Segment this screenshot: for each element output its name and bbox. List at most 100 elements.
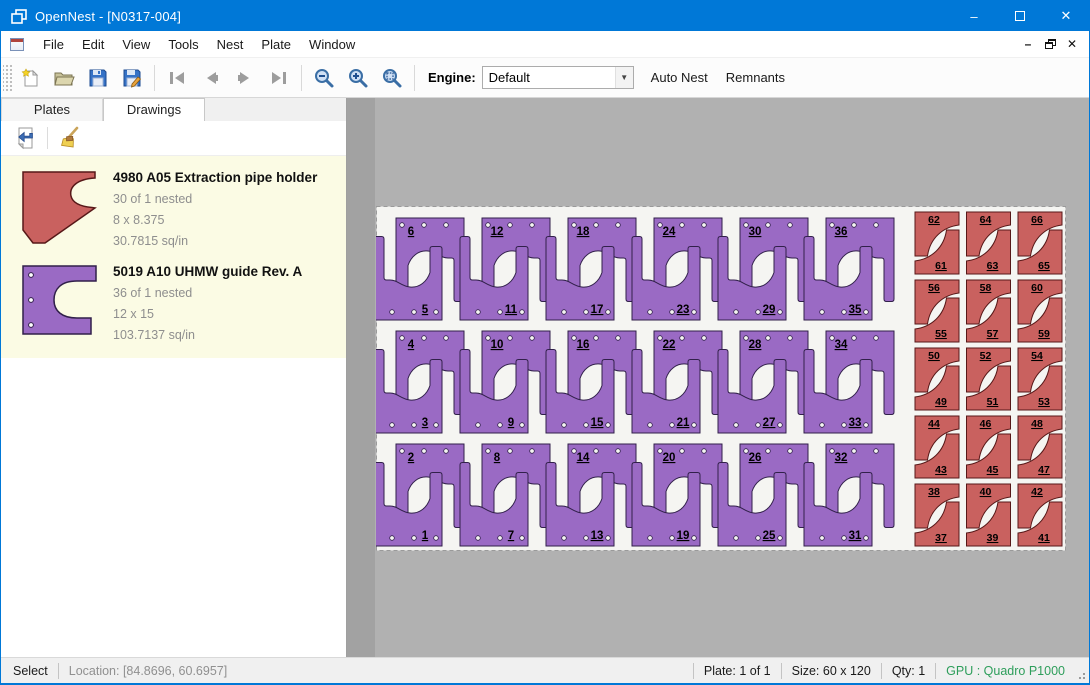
maximize-icon [1015, 11, 1025, 21]
part-number: 45 [987, 464, 999, 476]
part-number: 20 [663, 452, 676, 464]
part-number: 29 [763, 304, 776, 316]
toolbar-separator [154, 65, 155, 91]
app-window: OpenNest - [N0317-004] – ✕ File Edit Vie… [0, 0, 1090, 685]
zoom-in-button[interactable] [341, 62, 375, 94]
drawing-size: 12 x 15 [113, 304, 302, 325]
engine-label: Engine: [428, 70, 476, 85]
menu-bar: File Edit View Tools Nest Plate Window –… [1, 31, 1089, 58]
drawing-title: 4980 A05 Extraction pipe holder [113, 168, 317, 189]
part-number: 50 [928, 350, 940, 362]
part-number: 52 [980, 350, 992, 362]
go-previous-button[interactable] [194, 62, 228, 94]
part-number: 15 [591, 417, 604, 429]
part-number: 43 [935, 464, 947, 476]
part-number: 9 [508, 417, 514, 429]
part-number: 62 [928, 214, 940, 226]
status-qty: Qty: 1 [882, 664, 935, 678]
list-item[interactable]: 5019 A10 UHMW guide Rev. A 36 of 1 neste… [1, 256, 346, 350]
drawing-title: 5019 A10 UHMW guide Rev. A [113, 262, 302, 283]
go-next-icon [234, 67, 256, 89]
part-number: 42 [1031, 486, 1043, 498]
part-number: 46 [980, 418, 992, 430]
auto-nest-button[interactable]: Auto Nest [642, 64, 717, 91]
new-file-icon [19, 67, 41, 89]
zoom-out-button[interactable] [307, 62, 341, 94]
drawing-area: 30.7815 sq/in [113, 231, 317, 252]
remnants-button[interactable]: Remnants [717, 64, 794, 91]
zoom-extents-button[interactable] [375, 62, 409, 94]
part-number: 16 [577, 339, 590, 351]
part-number: 7 [508, 530, 514, 542]
part-number: 24 [663, 226, 676, 238]
open-file-button[interactable] [47, 62, 81, 94]
go-first-button[interactable] [160, 62, 194, 94]
part-number: 26 [749, 452, 762, 464]
restore-icon [1045, 39, 1056, 49]
clean-icon [57, 126, 81, 150]
new-file-button[interactable] [13, 62, 47, 94]
part-number: 44 [928, 418, 940, 430]
app-icon [11, 9, 27, 24]
tab-drawings[interactable]: Drawings [103, 98, 205, 121]
part-number: 13 [591, 530, 604, 542]
drawings-toolbar [1, 121, 346, 155]
menu-file[interactable]: File [34, 33, 73, 56]
child-restore-button[interactable] [1039, 34, 1061, 54]
menu-view[interactable]: View [113, 33, 159, 56]
part-number: 61 [935, 260, 947, 272]
save-button[interactable] [81, 62, 115, 94]
part-number: 25 [763, 530, 776, 542]
clean-button[interactable] [54, 124, 84, 152]
menu-tools[interactable]: Tools [159, 33, 207, 56]
part-number: 5 [422, 304, 429, 316]
toolbar-separator [301, 65, 302, 91]
part-number: 32 [835, 452, 848, 464]
drawing-area: 103.7137 sq/in [113, 325, 302, 346]
part-number: 59 [1038, 328, 1050, 340]
part-number: 4 [408, 339, 415, 351]
menu-nest[interactable]: Nest [208, 33, 253, 56]
nest-canvas[interactable]: 6512111817242330293635431091615222128273… [347, 98, 1089, 657]
plate-svg[interactable]: 6512111817242330293635431091615222128273… [376, 206, 1066, 551]
engine-select[interactable]: Default ▼ [482, 66, 634, 89]
menu-window[interactable]: Window [300, 33, 364, 56]
part-number: 28 [749, 339, 762, 351]
toolbar-separator [414, 65, 415, 91]
close-button[interactable]: ✕ [1043, 1, 1089, 31]
maximize-button[interactable] [997, 1, 1043, 31]
go-last-button[interactable] [262, 62, 296, 94]
part-number: 57 [987, 328, 999, 340]
list-item[interactable]: 4980 A05 Extraction pipe holder 30 of 1 … [1, 162, 346, 256]
go-previous-icon [200, 67, 222, 89]
part-number: 3 [422, 417, 428, 429]
resize-grip[interactable] [1075, 658, 1089, 683]
part-number: 17 [591, 304, 604, 316]
title-bar: OpenNest - [N0317-004] – ✕ [1, 1, 1089, 31]
import-drawing-button[interactable] [11, 124, 41, 152]
go-next-button[interactable] [228, 62, 262, 94]
tab-plates[interactable]: Plates [1, 98, 103, 121]
menu-plate[interactable]: Plate [252, 33, 300, 56]
child-minimize-button[interactable]: – [1017, 34, 1039, 54]
toolbar-grip[interactable] [3, 63, 13, 93]
import-drawing-icon [14, 126, 38, 150]
save-as-button[interactable] [115, 62, 149, 94]
engine-value: Default [483, 70, 615, 85]
part-number: 54 [1031, 350, 1043, 362]
status-bar: Select Location: [84.8696, 60.6957] Plat… [1, 657, 1089, 683]
chevron-down-icon[interactable]: ▼ [615, 67, 633, 88]
part-number: 23 [677, 304, 690, 316]
child-close-button[interactable]: ✕ [1061, 34, 1083, 54]
side-panel: Plates Drawings [1, 98, 347, 657]
part-number: 63 [987, 260, 999, 272]
part-number: 55 [935, 328, 947, 340]
document-icon[interactable] [10, 38, 24, 51]
panel-empty-area [1, 358, 346, 657]
minimize-button[interactable]: – [951, 1, 997, 31]
status-size: Size: 60 x 120 [782, 664, 881, 678]
part-number: 65 [1038, 260, 1050, 272]
part-number: 51 [987, 396, 999, 408]
status-plate: Plate: 1 of 1 [694, 664, 781, 678]
menu-edit[interactable]: Edit [73, 33, 113, 56]
